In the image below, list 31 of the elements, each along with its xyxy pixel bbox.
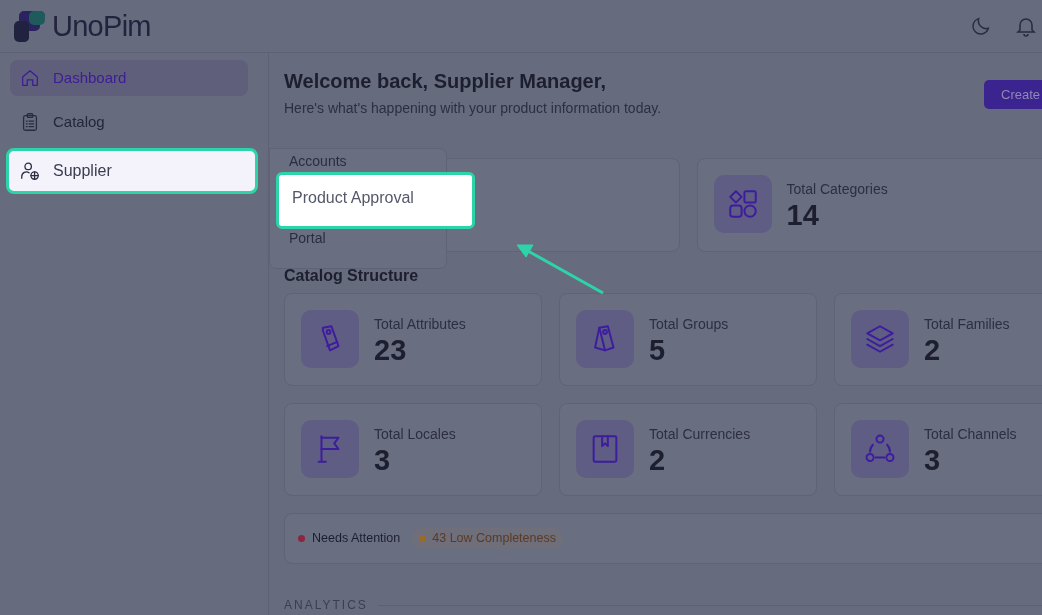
sidebar-item[interactable]: Supplier — [6, 148, 258, 194]
stat-value: 2 — [924, 333, 942, 367]
status-text: Needs Attention — [312, 530, 401, 548]
stat-label: Total Locales — [374, 426, 456, 443]
moon-icon[interactable] — [970, 15, 992, 37]
status-text: 43 Low Completeness — [432, 530, 556, 548]
stat-label: Total Currencies — [649, 426, 751, 443]
stat-label: Total Categories — [786, 181, 888, 198]
stat-label: Total Families — [924, 316, 1010, 333]
layers-icon — [863, 322, 897, 356]
submenu-item[interactable]: Product Approval — [276, 172, 475, 229]
logo-icon — [14, 10, 45, 42]
stat-value: 23 — [374, 333, 408, 367]
submenu-item[interactable]: Accounts — [270, 149, 446, 172]
create-button[interactable]: Create — [984, 80, 1042, 109]
stat-value: 2 — [649, 443, 667, 477]
sidebar-item[interactable]: Catalog — [10, 100, 248, 144]
user-icon — [19, 160, 41, 182]
stat-label: Total Attributes — [374, 316, 466, 333]
sidebar-item[interactable]: Dashboard — [10, 60, 248, 96]
stat-value: 3 — [374, 443, 392, 477]
house-icon — [19, 67, 41, 89]
welcome-subtitle: Here's what's happening with your product information today. — [284, 99, 662, 118]
logo-text: UnoPim — [52, 11, 151, 41]
stat-value: 14 — [786, 198, 820, 232]
section-heading: Catalog Structure — [284, 266, 420, 286]
stat-value: 5 — [649, 333, 667, 367]
stat-label: Total Channels — [924, 426, 1017, 443]
stat-label: Total Groups — [649, 316, 729, 333]
stat-value: 3 — [924, 443, 942, 477]
welcome-heading: Welcome back, Supplier Manager, — [284, 69, 607, 94]
